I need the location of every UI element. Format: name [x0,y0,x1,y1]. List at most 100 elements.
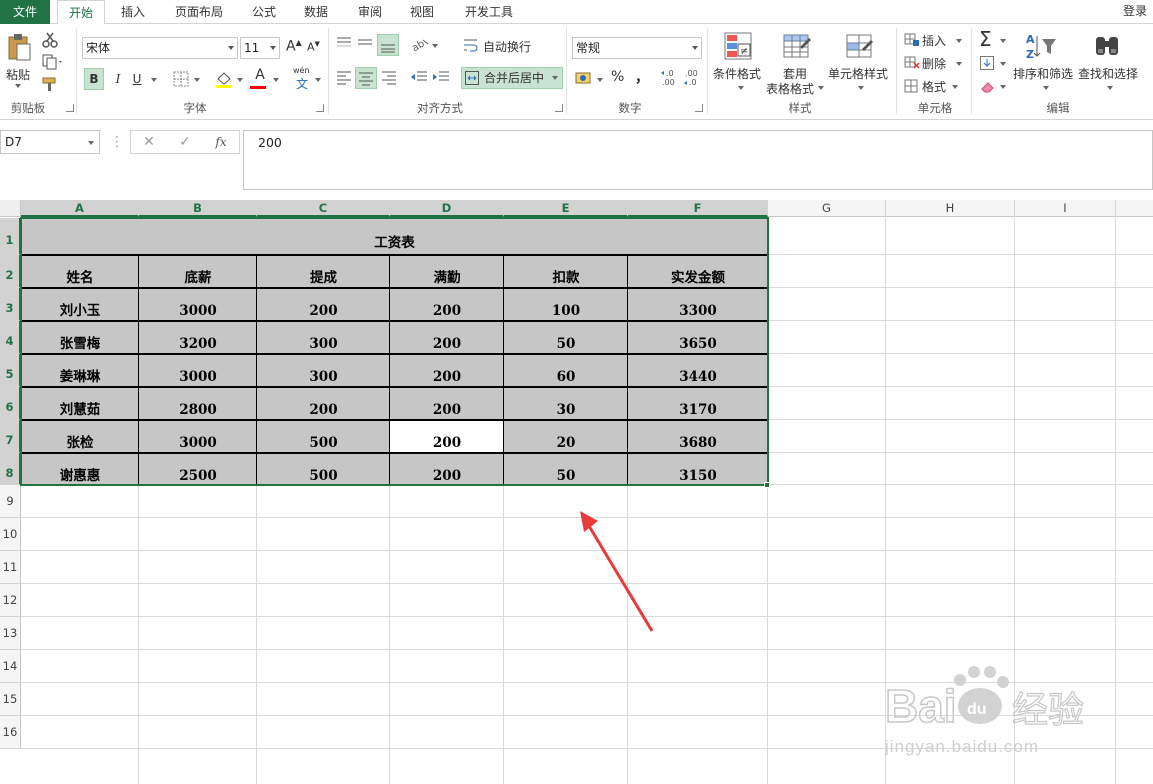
row-header-8[interactable]: 8 [0,453,21,485]
table-cell[interactable]: 100 [504,288,628,321]
table-cell[interactable]: 3000 [139,354,257,387]
table-cell[interactable]: 刘慧茹 [21,387,139,420]
alignment-launcher-icon[interactable] [555,104,563,112]
row-header-9[interactable]: 9 [0,485,21,518]
row-header-2[interactable]: 2 [0,255,21,288]
increase-decimal-icon[interactable]: .0.00 [660,68,680,88]
format-as-table-icon[interactable] [782,31,812,61]
cell-styles-button[interactable]: 单元格样式 [828,65,888,82]
wrap-text-icon[interactable] [463,37,479,53]
table-cell[interactable]: 3680 [628,420,768,453]
fill-dropdown-icon[interactable] [1000,62,1006,66]
borders-dropdown-icon[interactable] [194,78,200,82]
font-color-button[interactable]: A [252,67,268,83]
tab-page-layout[interactable]: 页面布局 [166,0,232,24]
number-launcher-icon[interactable] [695,104,703,112]
align-top-icon[interactable] [336,36,352,50]
tab-developer[interactable]: 开发工具 [456,0,522,24]
clear-dropdown-icon[interactable] [1000,85,1006,89]
font-size-select[interactable]: 11 [240,37,280,59]
table-cell[interactable]: 500 [257,420,390,453]
fill-color-icon[interactable] [214,69,234,89]
percent-button[interactable]: % [611,69,624,85]
column-header-g[interactable]: G [768,200,886,217]
column-header-b[interactable]: B [139,200,257,217]
table-cell[interactable]: 300 [257,321,390,354]
table-cell[interactable]: 200 [390,453,504,485]
table-cell[interactable]: 3440 [628,354,768,387]
row-header-3[interactable]: 3 [0,288,21,321]
column-header-a[interactable]: A [21,200,139,217]
table-title-cell[interactable]: 工资表 [21,218,768,255]
find-select-button[interactable]: 查找和选择 [1078,65,1138,82]
conditional-formatting-button[interactable]: 条件格式 [713,65,761,82]
table-cell[interactable]: 200 [257,387,390,420]
shrink-font-button[interactable]: A▼ [307,40,320,54]
align-center-icon[interactable] [355,67,377,89]
autosum-icon[interactable]: Σ [979,27,992,51]
format-painter-icon[interactable] [42,76,60,92]
wrap-text-button[interactable]: 自动换行 [483,38,531,55]
format-as-table-button[interactable]: 表格格式 [766,80,814,97]
table-cell[interactable]: 200 [390,420,504,453]
row-header-11[interactable]: 11 [0,551,21,584]
row-header-12[interactable]: 12 [0,584,21,617]
column-header-f[interactable]: F [628,200,768,217]
align-bottom-icon[interactable] [377,34,399,56]
cut-icon[interactable] [42,32,58,48]
find-select-dropdown-icon[interactable] [1107,86,1113,90]
table-cell[interactable]: 200 [390,354,504,387]
cell-styles-dropdown-icon[interactable] [858,86,864,90]
table-cell[interactable]: 50 [504,321,628,354]
format-cells-icon[interactable] [904,79,920,93]
table-cell[interactable]: 谢惠惠 [21,453,139,485]
clear-icon[interactable] [980,79,996,93]
decrease-indent-icon[interactable] [410,69,428,85]
font-launcher-icon[interactable] [316,104,324,112]
table-cell[interactable]: 2800 [139,387,257,420]
row-header-1[interactable]: 1 [0,218,21,255]
tab-home[interactable]: 开始 [57,0,105,25]
sort-filter-button[interactable]: 排序和筛选 [1013,65,1073,82]
table-cell[interactable]: 300 [257,354,390,387]
table-cell[interactable]: 200 [390,321,504,354]
table-cell[interactable]: 500 [257,453,390,485]
table-cell[interactable]: 刘小玉 [21,288,139,321]
format-as-table-dropdown-icon[interactable] [818,86,824,90]
table-cell[interactable]: 200 [390,288,504,321]
comma-button[interactable]: ， [635,67,649,87]
tab-view[interactable]: 视图 [400,0,444,24]
header-cell[interactable]: 满勤 [390,255,504,288]
row-header-10[interactable]: 10 [0,518,21,551]
align-right-icon[interactable] [381,69,397,85]
tab-insert[interactable]: 插入 [110,0,156,24]
name-box[interactable]: D7 [0,130,100,154]
header-cell[interactable]: 底薪 [139,255,257,288]
row-header-16[interactable]: 16 [0,716,21,749]
cell-styles-icon[interactable] [845,31,875,61]
paste-icon[interactable] [6,32,32,62]
insert-cells-icon[interactable] [904,33,920,47]
format-cells-button[interactable]: 格式 [922,78,946,95]
column-header-d[interactable]: D [390,200,504,217]
decrease-decimal-icon[interactable]: .00.0 [683,68,703,88]
tab-formulas[interactable]: 公式 [242,0,286,24]
header-cell[interactable]: 扣款 [504,255,628,288]
table-cell[interactable]: 3000 [139,288,257,321]
conditional-formatting-icon[interactable]: ≠ [723,31,753,61]
select-all-corner[interactable] [0,200,21,217]
format-cells-dropdown-icon[interactable] [952,85,958,89]
login-link[interactable]: 登录 [1123,0,1147,24]
formula-input[interactable]: 200 [243,130,1153,190]
accounting-format-icon[interactable] [575,70,593,86]
fill-color-dropdown-icon[interactable] [237,78,243,82]
column-header-c[interactable]: C [257,200,390,217]
table-cell[interactable]: 张检 [21,420,139,453]
table-cell[interactable]: 200 [257,288,390,321]
insert-function-icon[interactable]: fx [208,130,234,154]
delete-cells-dropdown-icon[interactable] [956,62,962,66]
name-box-dropdown-icon[interactable] [88,141,94,145]
table-cell[interactable]: 3150 [628,453,768,485]
row-header-7[interactable]: 7 [0,420,21,453]
tab-file[interactable]: 文件 [0,0,50,24]
